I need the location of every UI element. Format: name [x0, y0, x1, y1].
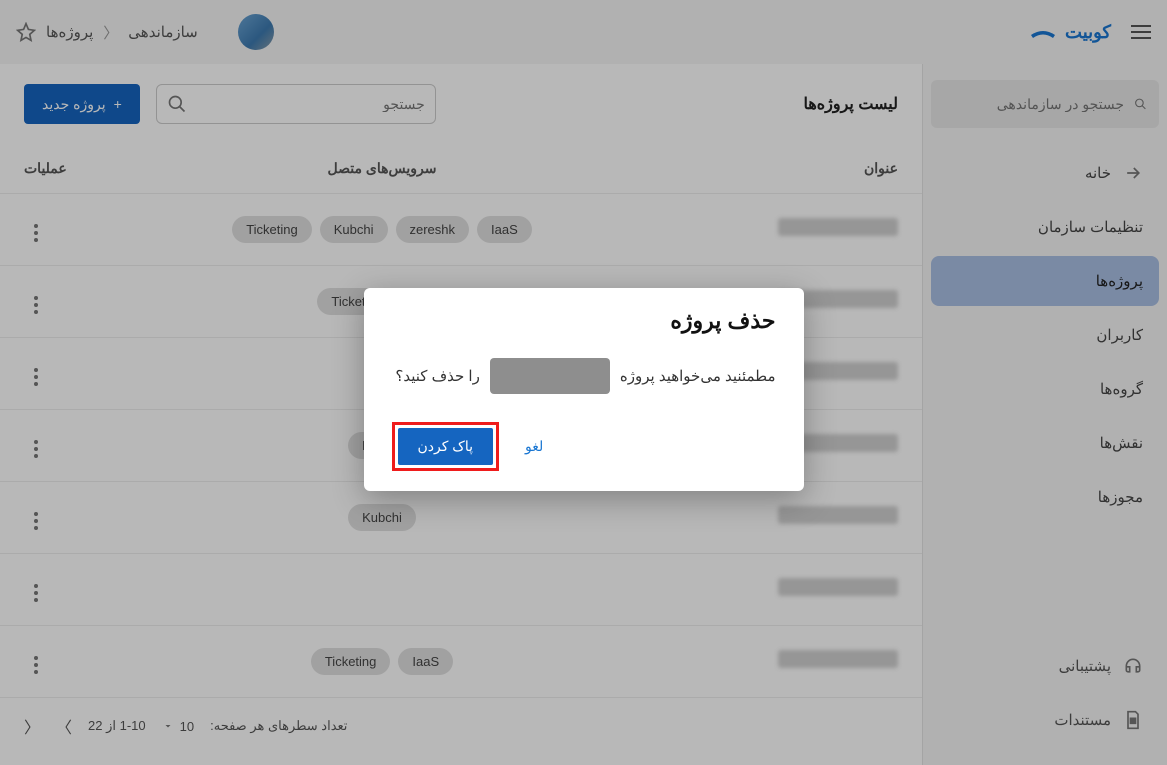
dialog-body: مطمئنید می‌خواهید پروژه را حذف کنید؟ [392, 358, 776, 394]
delete-button[interactable]: پاک کردن [398, 428, 494, 465]
dialog-body-before: مطمئنید می‌خواهید پروژه [620, 367, 776, 385]
dialog-body-after: را حذف کنید؟ [395, 367, 479, 385]
redacted-project-name [490, 358, 610, 394]
dialog-title: حذف پروژه [392, 308, 776, 334]
dialog-actions: پاک کردن لغو [392, 422, 776, 471]
cancel-button[interactable]: لغو [517, 428, 551, 465]
delete-button-highlight: پاک کردن [392, 422, 500, 471]
delete-project-dialog: حذف پروژه مطمئنید می‌خواهید پروژه را حذف… [364, 288, 804, 491]
